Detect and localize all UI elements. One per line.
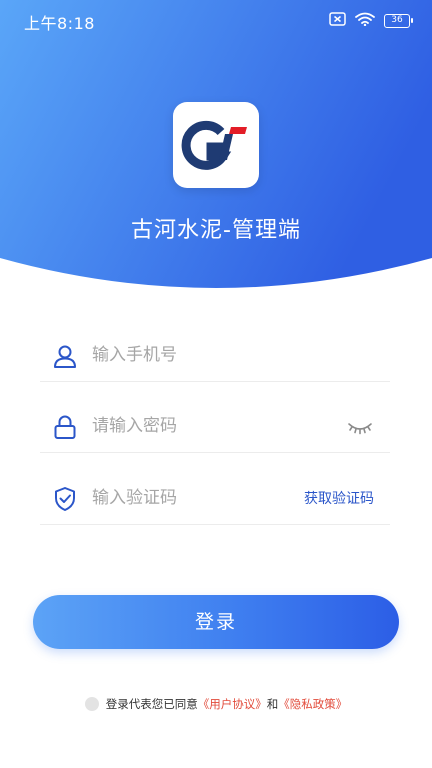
code-field: 获取验证码 <box>40 472 390 525</box>
agree-checkbox[interactable] <box>84 697 99 711</box>
privacy-policy-link[interactable]: 《隐私政策》 <box>278 696 347 712</box>
eye-closed-icon[interactable] <box>346 416 374 438</box>
status-bar: 上午8:18 36 <box>0 0 432 40</box>
agreement-connector: 和 <box>266 697 279 711</box>
lock-icon <box>52 414 78 440</box>
app-title: 古河水泥-管理端 <box>131 218 301 243</box>
password-field <box>40 400 390 453</box>
app-logo <box>173 102 259 188</box>
login-button[interactable]: 登录 <box>33 595 399 649</box>
password-input[interactable] <box>92 412 332 440</box>
app-logo-icon <box>181 120 247 170</box>
wifi-icon <box>355 11 375 30</box>
user-icon <box>52 343 78 369</box>
header: 上午8:18 36 古河水泥-管理端 <box>0 0 432 290</box>
agreement: 登录代表您已同意 《用户协议》 和 《隐私政策》 <box>0 696 432 712</box>
status-icons: 36 <box>329 11 413 30</box>
user-agreement-link[interactable]: 《用户协议》 <box>198 696 267 712</box>
agreement-prefix: 登录代表您已同意 <box>105 697 198 711</box>
code-input[interactable] <box>92 484 282 512</box>
battery-icon: 36 <box>384 13 413 28</box>
shield-check-icon <box>52 486 78 512</box>
sim-off-icon <box>329 11 346 30</box>
phone-field <box>40 329 390 382</box>
status-time: 上午8:18 <box>24 14 95 33</box>
phone-input[interactable] <box>92 341 332 369</box>
get-code-button[interactable]: 获取验证码 <box>304 488 374 508</box>
